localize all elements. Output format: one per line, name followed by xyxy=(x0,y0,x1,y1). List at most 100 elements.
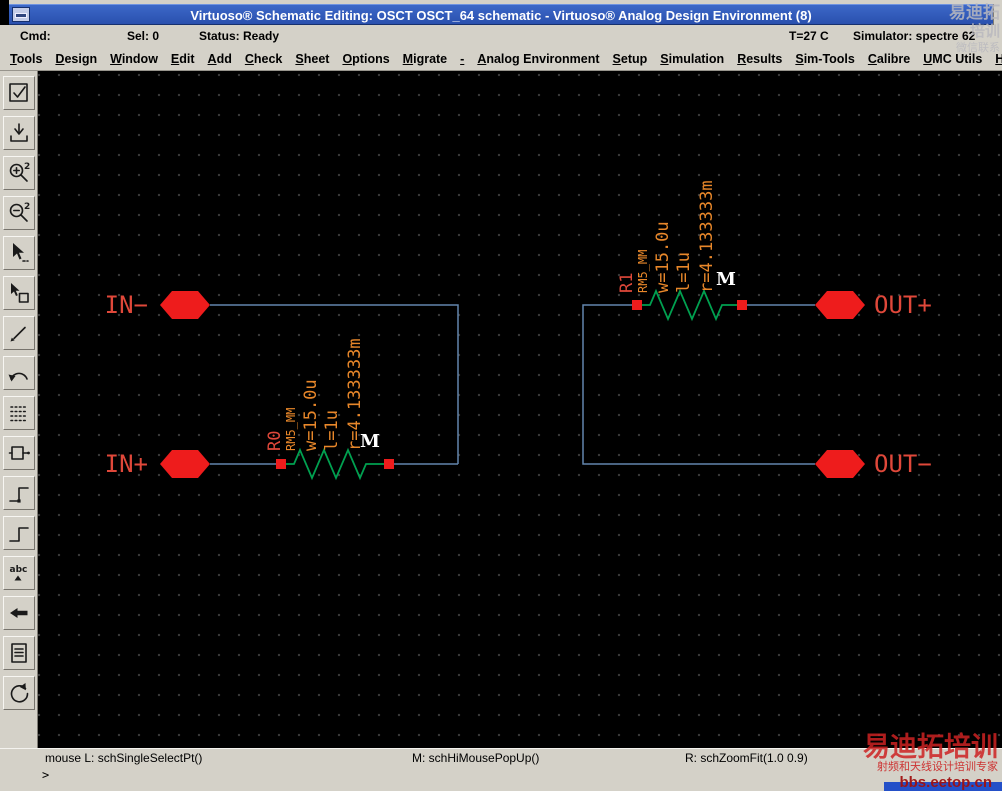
wire-out-minus[interactable] xyxy=(582,304,815,465)
svg-text:2: 2 xyxy=(24,202,30,212)
menu-umc-utils[interactable]: UMC Utils xyxy=(923,52,982,66)
menu-edit[interactable]: Edit xyxy=(171,52,195,66)
prompt-bar[interactable]: > xyxy=(0,766,1002,791)
menu-dash[interactable]: - xyxy=(460,52,464,66)
menu-bar: Tools Design Window Edit Add Check Sheet… xyxy=(0,47,1002,71)
notes-button[interactable] xyxy=(2,636,35,670)
simulator-label: Simulator: spectre xyxy=(853,29,959,43)
undo-button[interactable] xyxy=(2,356,35,390)
terminal-square[interactable] xyxy=(384,459,394,469)
menu-setup[interactable]: Setup xyxy=(613,52,648,66)
svg-text:abc: abc xyxy=(9,565,27,575)
terminal-square[interactable] xyxy=(737,300,747,310)
wide-wire-icon xyxy=(8,527,29,542)
note-document-icon xyxy=(10,643,27,663)
zoom-in-button[interactable]: 2 xyxy=(2,156,35,190)
save-button[interactable] xyxy=(2,116,35,150)
pin-label: OUT− xyxy=(874,450,932,478)
zoom-out-button[interactable]: 2 xyxy=(2,196,35,230)
resistor-body[interactable] xyxy=(286,447,384,481)
mouse-middle-binding: M: schHiMousePopUp() xyxy=(412,751,540,765)
pin-symbol-icon xyxy=(9,608,27,618)
mouse-bindings-bar: mouse L: schSingleSelectPt() M: schHiMou… xyxy=(0,748,1002,766)
schematic-drawing: R0 RM5_MM w=15.0u l=1u r=4.133333m M R1 … xyxy=(105,180,932,481)
properties-button[interactable] xyxy=(2,396,35,430)
instance-name-label: R1 xyxy=(617,273,637,293)
status-label: Status: Ready xyxy=(199,29,280,43)
selection-count: Sel: 0 xyxy=(127,29,160,43)
pin-hexagon[interactable] xyxy=(815,291,865,319)
redraw-button[interactable] xyxy=(2,676,35,710)
menu-sheet[interactable]: Sheet xyxy=(295,52,329,66)
copy-cursor-icon xyxy=(10,283,29,303)
wire-button[interactable] xyxy=(2,476,35,510)
model-label: RM5_MM xyxy=(636,250,650,293)
mouse-left-binding: mouse L: schSingleSelectPt() xyxy=(45,751,203,765)
status-row: Cmd: Sel: 0 Status: Ready T=27 C Simulat… xyxy=(0,25,1002,47)
menu-migrate[interactable]: Migrate xyxy=(403,52,447,66)
resistance-param-label: r=4.133333m xyxy=(697,180,717,293)
menu-add[interactable]: Add xyxy=(208,52,232,66)
pin-button[interactable] xyxy=(2,596,35,630)
menu-window[interactable]: Window xyxy=(110,52,158,66)
length-param-label: l=1u xyxy=(322,410,342,451)
save-down-arrow-icon xyxy=(9,123,28,142)
menu-tools[interactable]: Tools xyxy=(10,52,42,66)
window-menu-button[interactable] xyxy=(12,7,30,22)
zoom-in-icon: 2 xyxy=(9,162,30,182)
terminal-square[interactable] xyxy=(276,459,286,469)
terminal-square[interactable] xyxy=(632,300,642,310)
check-save-button[interactable] xyxy=(2,76,35,110)
mouse-right-binding: R: schZoomFit(1.0 0.9) xyxy=(685,751,808,765)
stretch-button[interactable] xyxy=(2,236,35,270)
cmd-label: Cmd: xyxy=(20,29,51,43)
pin-hexagon[interactable] xyxy=(160,450,210,478)
menu-options[interactable]: Options xyxy=(342,52,389,66)
schematic-canvas[interactable]: R0 RM5_MM w=15.0u l=1u r=4.133333m M R1 … xyxy=(38,71,1002,748)
pin-label: OUT+ xyxy=(874,291,932,319)
resistor-body[interactable] xyxy=(642,288,737,322)
abc-label-icon: abc xyxy=(9,565,27,581)
menu-design[interactable]: Design xyxy=(55,52,97,66)
instance-button[interactable] xyxy=(2,436,35,470)
pin-out-minus[interactable]: OUT− xyxy=(815,450,932,478)
svg-text:2: 2 xyxy=(24,162,30,172)
window-frame-corner xyxy=(0,0,9,25)
pencil-slash-icon xyxy=(10,326,26,342)
wide-wire-button[interactable] xyxy=(2,516,35,550)
pin-in-minus[interactable]: IN− xyxy=(105,291,210,319)
wire-label-button[interactable]: abc xyxy=(2,556,35,590)
narrow-wire-icon xyxy=(8,487,29,503)
pin-label: IN+ xyxy=(105,450,148,478)
pin-hexagon[interactable] xyxy=(160,291,210,319)
pin-in-plus[interactable]: IN+ xyxy=(105,450,210,478)
pin-out-plus[interactable]: OUT+ xyxy=(815,291,932,319)
circular-arrow-icon xyxy=(10,683,28,703)
title-bar-corner xyxy=(993,4,1002,25)
menu-analog-environment[interactable]: Analog Environment xyxy=(477,52,599,66)
stretch-cursor-icon xyxy=(12,243,29,262)
width-param-label: w=15.0u xyxy=(301,379,321,451)
zoom-out-icon: 2 xyxy=(9,202,30,222)
instance-name-label: R0 xyxy=(265,431,285,451)
undo-arc-icon xyxy=(8,372,28,382)
model-label: RM5_MM xyxy=(284,408,298,451)
menu-check[interactable]: Check xyxy=(245,52,283,66)
delete-button[interactable] xyxy=(2,316,35,350)
pin-label: IN− xyxy=(105,291,148,319)
badge-number: 62 xyxy=(962,29,976,43)
copy-button[interactable] xyxy=(2,276,35,310)
menu-help[interactable]: Help xyxy=(995,52,1002,66)
menu-simulation[interactable]: Simulation xyxy=(660,52,724,66)
multiplier-label: M xyxy=(716,269,736,290)
length-param-label: l=1u xyxy=(674,252,694,293)
resistor-r1[interactable]: R1 RM5_MM w=15.0u l=1u r=4.133333m M xyxy=(617,180,747,322)
dotted-grid-icon xyxy=(9,406,28,422)
menu-calibre[interactable]: Calibre xyxy=(868,52,910,66)
resistor-r0[interactable]: R0 RM5_MM w=15.0u l=1u r=4.133333m M xyxy=(265,338,394,481)
window-title: Virtuoso® Schematic Editing: OSCT OSCT_6… xyxy=(190,8,812,23)
menu-sim-tools[interactable]: Sim-Tools xyxy=(795,52,855,66)
menu-results[interactable]: Results xyxy=(737,52,782,66)
pin-hexagon[interactable] xyxy=(815,450,865,478)
component-instance-icon xyxy=(8,446,30,460)
